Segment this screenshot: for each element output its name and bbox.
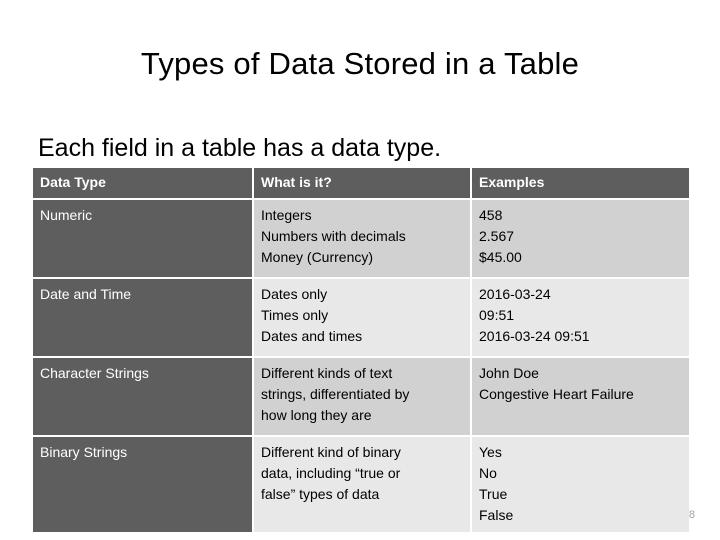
text-line: Dates and times bbox=[261, 328, 363, 344]
text-line: 2016-03-24 09:51 bbox=[479, 328, 590, 344]
text-line: strings, differentiated by bbox=[261, 386, 410, 402]
table-header-row: Data Type What is it? Examples bbox=[33, 168, 689, 198]
text-line: Times only bbox=[261, 307, 329, 323]
text-line: Different kinds of text bbox=[261, 365, 393, 381]
text-line: Congestive Heart Failure bbox=[479, 386, 634, 402]
column-header-examples: Examples bbox=[472, 168, 689, 198]
text-line: 458 bbox=[479, 207, 503, 223]
text-line: $45.00 bbox=[479, 249, 522, 265]
text-line: False bbox=[479, 507, 514, 523]
cell-data-type: Character Strings bbox=[33, 358, 252, 435]
text-line: Different kind of binary bbox=[261, 444, 401, 460]
text-line: Integers bbox=[261, 207, 312, 223]
cell-what-is-it: Integers Numbers with decimals Money (Cu… bbox=[254, 200, 470, 277]
text-line: 2.567 bbox=[479, 228, 515, 244]
slide-subtitle: Each field in a table has a data type. bbox=[38, 134, 442, 162]
text-line: True bbox=[479, 486, 508, 502]
column-header-what-is-it: What is it? bbox=[254, 168, 470, 198]
text-line: No bbox=[479, 465, 497, 481]
text-line: 2016-03-24 bbox=[479, 286, 551, 302]
text-line: Dates only bbox=[261, 286, 328, 302]
text-line: data, including “true or bbox=[261, 465, 401, 481]
cell-examples: John Doe Congestive Heart Failure bbox=[472, 358, 689, 435]
cell-what-is-it: Different kinds of text strings, differe… bbox=[254, 358, 470, 435]
column-header-data-type: Data Type bbox=[33, 168, 252, 198]
table-header: Data Type What is it? Examples bbox=[33, 168, 689, 198]
table-row: Date and Time Dates only Times only Date… bbox=[33, 279, 689, 356]
cell-what-is-it: Different kind of binary data, including… bbox=[254, 437, 470, 532]
cell-examples: 458 2.567 $45.00 bbox=[472, 200, 689, 277]
page-title: Types of Data Stored in a Table bbox=[140, 46, 580, 81]
cell-what-is-it: Dates only Times only Dates and times bbox=[254, 279, 470, 356]
text-line: false” types of data bbox=[261, 486, 380, 502]
page-number: 8 bbox=[688, 509, 695, 521]
data-types-table: Data Type What is it? Examples Numeric I… bbox=[31, 166, 691, 534]
cell-examples: 2016-03-24 09:51 2016-03-24 09:51 bbox=[472, 279, 689, 356]
cell-data-type: Binary Strings bbox=[33, 437, 252, 532]
text-line: John Doe bbox=[479, 365, 539, 381]
cell-examples: Yes No True False bbox=[472, 437, 689, 532]
text-line: how long they are bbox=[261, 407, 372, 423]
text-line: Yes bbox=[479, 444, 502, 460]
table-row: Character Strings Different kinds of tex… bbox=[33, 358, 689, 435]
text-line: Numbers with decimals bbox=[261, 228, 406, 244]
cell-data-type: Date and Time bbox=[33, 279, 252, 356]
table-row: Numeric Integers Numbers with decimals M… bbox=[33, 200, 689, 277]
cell-data-type: Numeric bbox=[33, 200, 252, 277]
slide: Types of Data Stored in a Table Each fie… bbox=[0, 0, 720, 540]
text-line: Money (Currency) bbox=[261, 249, 374, 265]
table-body: Numeric Integers Numbers with decimals M… bbox=[33, 200, 689, 532]
text-line: 09:51 bbox=[479, 307, 515, 323]
table-row: Binary Strings Different kind of binary … bbox=[33, 437, 689, 532]
